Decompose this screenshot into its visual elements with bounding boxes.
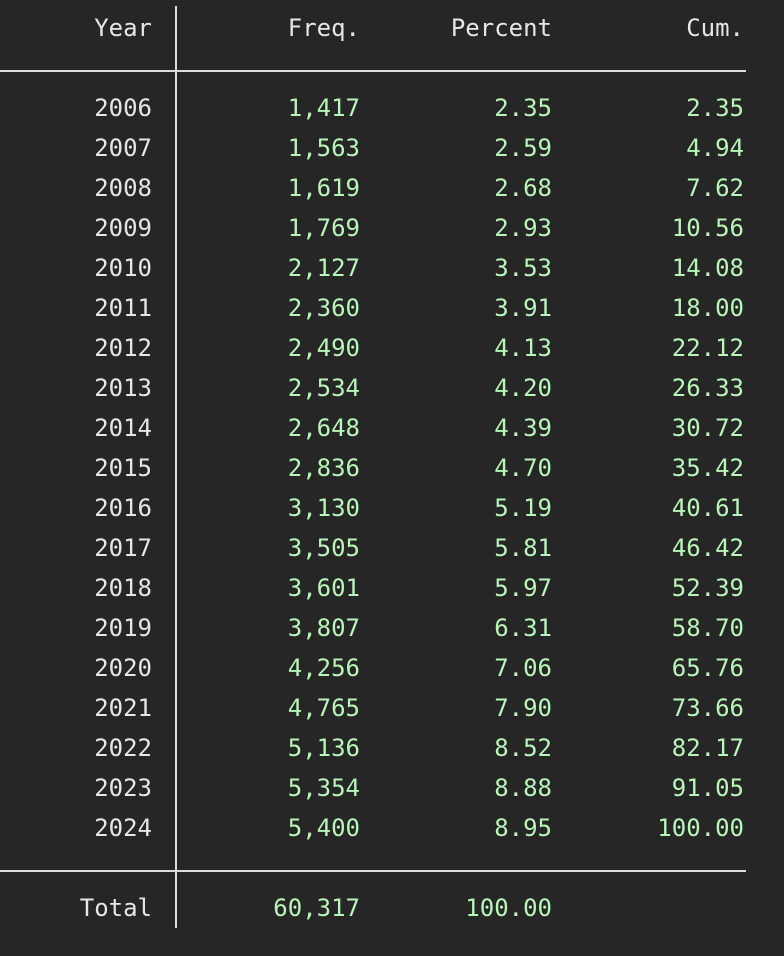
stata-results-window: Year Freq. Percent Cum. 2006 1,417 2.35 2.3…: [0, 0, 784, 956]
total-rule: [0, 870, 746, 872]
cell-cum: 82.17: [671, 734, 744, 762]
cell-cum: 91.05: [671, 774, 744, 802]
cell-percent: 7.90: [494, 694, 552, 722]
cell-freq: 2,534: [287, 374, 360, 402]
cell-year: 2011: [94, 294, 152, 322]
header-freq: Freq.: [287, 14, 360, 42]
cell-freq: 5,354: [287, 774, 360, 802]
cell-year: 2023: [94, 774, 152, 802]
cell-year: 2018: [94, 574, 152, 602]
cell-cum: 73.66: [671, 694, 744, 722]
cell-freq: 4,256: [287, 654, 360, 682]
cell-cum: 22.12: [671, 334, 744, 362]
cell-percent: 7.06: [494, 654, 552, 682]
cell-year: 2019: [94, 614, 152, 642]
cell-year: 2009: [94, 214, 152, 242]
cell-cum: 10.56: [671, 214, 744, 242]
cell-percent: 5.19: [494, 494, 552, 522]
header-year: Year: [94, 14, 152, 42]
cell-freq: 1,563: [287, 134, 360, 162]
cell-year: 2008: [94, 174, 152, 202]
cell-cum: 100.00: [657, 814, 744, 842]
cell-cum: 7.62: [686, 174, 744, 202]
cell-freq: 4,765: [287, 694, 360, 722]
cell-cum: 40.61: [671, 494, 744, 522]
cell-year: 2012: [94, 334, 152, 362]
cell-year: 2010: [94, 254, 152, 282]
cell-cum: 58.70: [671, 614, 744, 642]
cell-year: 2017: [94, 534, 152, 562]
cell-cum: 14.08: [671, 254, 744, 282]
cell-percent: 4.13: [494, 334, 552, 362]
cell-freq: 2,360: [287, 294, 360, 322]
cell-percent: 8.95: [494, 814, 552, 842]
cell-freq: 2,490: [287, 334, 360, 362]
cell-freq: 2,648: [287, 414, 360, 442]
cell-year: 2022: [94, 734, 152, 762]
cell-percent: 8.52: [494, 734, 552, 762]
cell-freq: 1,619: [287, 174, 360, 202]
cell-freq: 1,417: [287, 94, 360, 122]
header-percent: Percent: [450, 14, 552, 42]
cell-percent: 5.81: [494, 534, 552, 562]
cell-percent: 3.53: [494, 254, 552, 282]
cell-cum: 46.42: [671, 534, 744, 562]
cell-freq: 3,505: [287, 534, 360, 562]
cell-percent: 4.39: [494, 414, 552, 442]
cell-percent: 5.97: [494, 574, 552, 602]
header-cum: Cum.: [686, 14, 744, 42]
cell-year: 2021: [94, 694, 152, 722]
cell-cum: 35.42: [671, 454, 744, 482]
cell-freq: 5,400: [287, 814, 360, 842]
cell-year: 2024: [94, 814, 152, 842]
cell-year: 2014: [94, 414, 152, 442]
cell-cum: 30.72: [671, 414, 744, 442]
cell-percent: 4.70: [494, 454, 552, 482]
cell-freq: 2,836: [287, 454, 360, 482]
total-label: Total: [79, 894, 152, 922]
cell-percent: 3.91: [494, 294, 552, 322]
cell-percent: 4.20: [494, 374, 552, 402]
header-rule: [0, 70, 746, 72]
cell-freq: 3,601: [287, 574, 360, 602]
cell-cum: 4.94: [686, 134, 744, 162]
cell-percent: 6.31: [494, 614, 552, 642]
cell-percent: 2.93: [494, 214, 552, 242]
cell-year: 2020: [94, 654, 152, 682]
cell-freq: 3,807: [287, 614, 360, 642]
cell-percent: 2.68: [494, 174, 552, 202]
total-percent: 100.00: [465, 894, 552, 922]
cell-year: 2006: [94, 94, 152, 122]
cell-cum: 2.35: [686, 94, 744, 122]
cell-cum: 26.33: [671, 374, 744, 402]
cell-year: 2013: [94, 374, 152, 402]
cell-year: 2007: [94, 134, 152, 162]
cell-percent: 2.59: [494, 134, 552, 162]
cell-freq: 5,136: [287, 734, 360, 762]
cell-freq: 2,127: [287, 254, 360, 282]
cell-cum: 18.00: [671, 294, 744, 322]
cell-year: 2015: [94, 454, 152, 482]
cell-percent: 8.88: [494, 774, 552, 802]
total-freq: 60,317: [273, 894, 360, 922]
cell-cum: 52.39: [671, 574, 744, 602]
cell-freq: 3,130: [287, 494, 360, 522]
cell-percent: 2.35: [494, 94, 552, 122]
column-separator: [175, 6, 177, 928]
cell-freq: 1,769: [287, 214, 360, 242]
cell-cum: 65.76: [671, 654, 744, 682]
cell-year: 2016: [94, 494, 152, 522]
